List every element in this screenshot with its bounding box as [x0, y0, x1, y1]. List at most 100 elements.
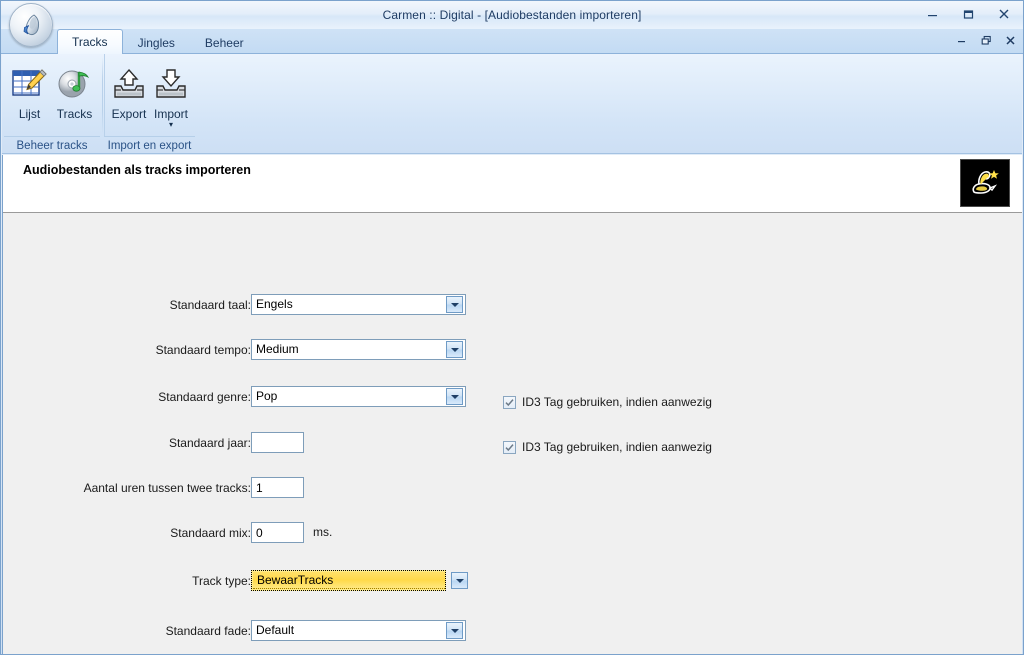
chevron-down-icon[interactable]: [446, 341, 463, 358]
ribbon-group-import-en-export-label: Import en export: [104, 136, 195, 154]
field-standaard-taal: Standaard taal: Engels: [91, 294, 466, 318]
unit-label-milliseconds: ms.: [313, 525, 333, 539]
field-standaard-genre-label: Standaard genre:: [158, 390, 251, 404]
field-standaard-jaar-label: Standaard jaar:: [168, 436, 251, 450]
field-standaard-taal-label-wrap: Standaard taal:: [91, 294, 251, 318]
window-title: Carmen :: Digital - [Audiobestanden impo…: [382, 8, 642, 22]
ribbon: Lijst Tracks Beheer tracks Export Import…: [2, 54, 1022, 154]
chevron-down-icon[interactable]: [446, 622, 463, 639]
genie-lamp-icon: [972, 170, 999, 194]
tab-tracks[interactable]: Tracks: [57, 29, 123, 54]
field-standaard-mix: Standaard mix: ms.: [91, 522, 494, 546]
mdi-close-button[interactable]: [1002, 32, 1018, 48]
application-logo: [960, 159, 1010, 207]
window-minimize-button[interactable]: [919, 4, 945, 24]
ribbon-tab-strip: Tracks Jingles Beheer: [1, 29, 1023, 54]
checkbox-id3-tag-jaar-label: ID3 Tag gebruiken, indien aanwezig: [522, 440, 712, 454]
mdi-child-window-controls: [954, 32, 1018, 48]
ribbon-content: Lijst Tracks Beheer tracks Export Import…: [2, 54, 1022, 153]
combo-standaard-genre[interactable]: Pop: [251, 386, 466, 407]
mdi-restore-icon: [981, 35, 991, 45]
field-track-type-label: Track type:: [192, 574, 251, 588]
ribbon-button-import[interactable]: Import ▾: [151, 58, 191, 130]
mdi-restore-button[interactable]: [978, 32, 994, 48]
combo-track-type[interactable]: BewaarTracks: [251, 570, 446, 591]
field-track-type-label-wrap: Track type:: [91, 570, 251, 594]
field-standaard-genre-label-wrap: Standaard genre:: [91, 386, 251, 410]
tab-beheer-label: Beheer: [204, 36, 244, 50]
form-header: Audiobestanden als tracks importeren: [3, 155, 1022, 213]
ribbon-button-export[interactable]: Export: [109, 58, 149, 130]
mdi-child-form: Audiobestanden als tracks importeren Sta…: [2, 155, 1022, 654]
ribbon-button-lijst[interactable]: Lijst: [8, 58, 51, 130]
combo-standaard-tempo-value: Medium: [256, 342, 299, 356]
chevron-down-icon[interactable]: [451, 572, 468, 589]
minimize-icon: [927, 14, 937, 16]
ribbon-button-tracks[interactable]: Tracks: [53, 58, 96, 130]
field-standaard-tempo: Standaard tempo: Medium: [91, 339, 466, 363]
checkmark-icon: [505, 398, 514, 406]
field-standaard-genre: Standaard genre: Pop: [91, 386, 466, 410]
ribbon-group-beheer-tracks-label: Beheer tracks: [4, 136, 100, 154]
ribbon-button-lijst-label: Lijst: [18, 107, 41, 121]
window-controls: [919, 4, 1017, 24]
chevron-down-icon[interactable]: [446, 296, 463, 313]
field-standaard-tempo-label-wrap: Standaard tempo:: [91, 339, 251, 363]
checkbox-id3-tag-genre[interactable]: [503, 395, 516, 409]
combo-track-type-value: BewaarTracks: [253, 572, 445, 589]
checkbox-id3-tag-genre-label: ID3 Tag gebruiken, indien aanwezig: [522, 395, 712, 409]
title-bar: Carmen :: Digital - [Audiobestanden impo…: [1, 1, 1023, 29]
speaker-icon: [23, 14, 40, 36]
tab-jingles[interactable]: Jingles: [123, 31, 190, 54]
ribbon-group-import-en-export: Export Import ▾ Import en export: [102, 54, 197, 154]
combo-standaard-fade[interactable]: Default: [251, 620, 466, 641]
checkbox-id3-tag-jaar[interactable]: [503, 440, 516, 454]
field-standaard-fade-label: Standaard fade:: [165, 624, 251, 638]
ribbon-button-import-label: Import: [153, 107, 188, 121]
chevron-down-icon[interactable]: [446, 388, 463, 405]
ribbon-button-export-label: Export: [111, 107, 147, 121]
mdi-minimize-icon: [958, 41, 965, 43]
checkbox-row-id3-tag-genre: ID3 Tag gebruiken, indien aanwezig: [503, 395, 712, 409]
ribbon-group-divider: [102, 57, 103, 134]
window-close-button[interactable]: [991, 4, 1017, 24]
combo-standaard-genre-value: Pop: [256, 389, 278, 403]
field-aantal-uren-tussen-twee-tracks-label: Aantal uren tussen twee tracks:: [83, 481, 251, 495]
ribbon-tabs: Tracks Jingles Beheer: [57, 29, 259, 54]
combo-standaard-taal-value: Engels: [256, 297, 293, 311]
field-standaard-fade-label-wrap: Standaard fade:: [91, 620, 251, 644]
input-aantal-uren-tussen-twee-tracks[interactable]: [251, 477, 304, 498]
chevron-down-icon[interactable]: ▾: [169, 121, 173, 129]
field-standaard-jaar-label-wrap: Standaard jaar:: [91, 432, 251, 456]
combo-standaard-tempo[interactable]: Medium: [251, 339, 466, 360]
ribbon-button-tracks-label: Tracks: [56, 107, 93, 121]
field-standaard-taal-label: Standaard taal:: [169, 298, 251, 312]
tab-jingles-label: Jingles: [137, 36, 175, 50]
window-maximize-button[interactable]: [955, 4, 981, 24]
field-standaard-tempo-label: Standaard tempo:: [155, 343, 251, 357]
cd-music-note-icon: [57, 65, 93, 105]
tab-beheer[interactable]: Beheer: [190, 31, 259, 54]
field-standaard-mix-label-wrap: Standaard mix:: [91, 522, 251, 546]
checkbox-row-id3-tag-jaar: ID3 Tag gebruiken, indien aanwezig: [503, 440, 712, 454]
combo-standaard-taal[interactable]: Engels: [251, 294, 466, 315]
combo-standaard-fade-value: Default: [256, 623, 295, 637]
input-standaard-jaar[interactable]: [251, 432, 304, 453]
field-standaard-jaar: Standaard jaar:: [91, 432, 466, 456]
checkmark-icon: [505, 443, 514, 451]
ribbon-group-beheer-tracks: Lijst Tracks Beheer tracks: [2, 54, 102, 154]
ribbon-group-import-en-export-items: Export Import ▾: [104, 54, 195, 136]
form-body: Standaard taal: Engels Standaard tempo: …: [3, 213, 1022, 654]
ribbon-group-beheer-tracks-items: Lijst Tracks: [4, 54, 100, 136]
close-icon: [999, 9, 1009, 19]
field-aantal-uren-tussen-twee-tracks: Aantal uren tussen twee tracks:: [63, 477, 466, 501]
maximize-icon: [963, 9, 973, 19]
application-window: Carmen :: Digital - [Audiobestanden impo…: [0, 0, 1024, 655]
input-standaard-mix[interactable]: [251, 522, 304, 543]
mdi-close-icon: [1005, 35, 1015, 45]
mdi-minimize-button[interactable]: [954, 32, 970, 48]
field-standaard-fade: Standaard fade: Default: [91, 620, 466, 644]
page-title: Audiobestanden als tracks importeren: [23, 163, 251, 177]
application-menu-button[interactable]: [9, 3, 53, 47]
field-standaard-mix-label: Standaard mix:: [170, 526, 251, 540]
